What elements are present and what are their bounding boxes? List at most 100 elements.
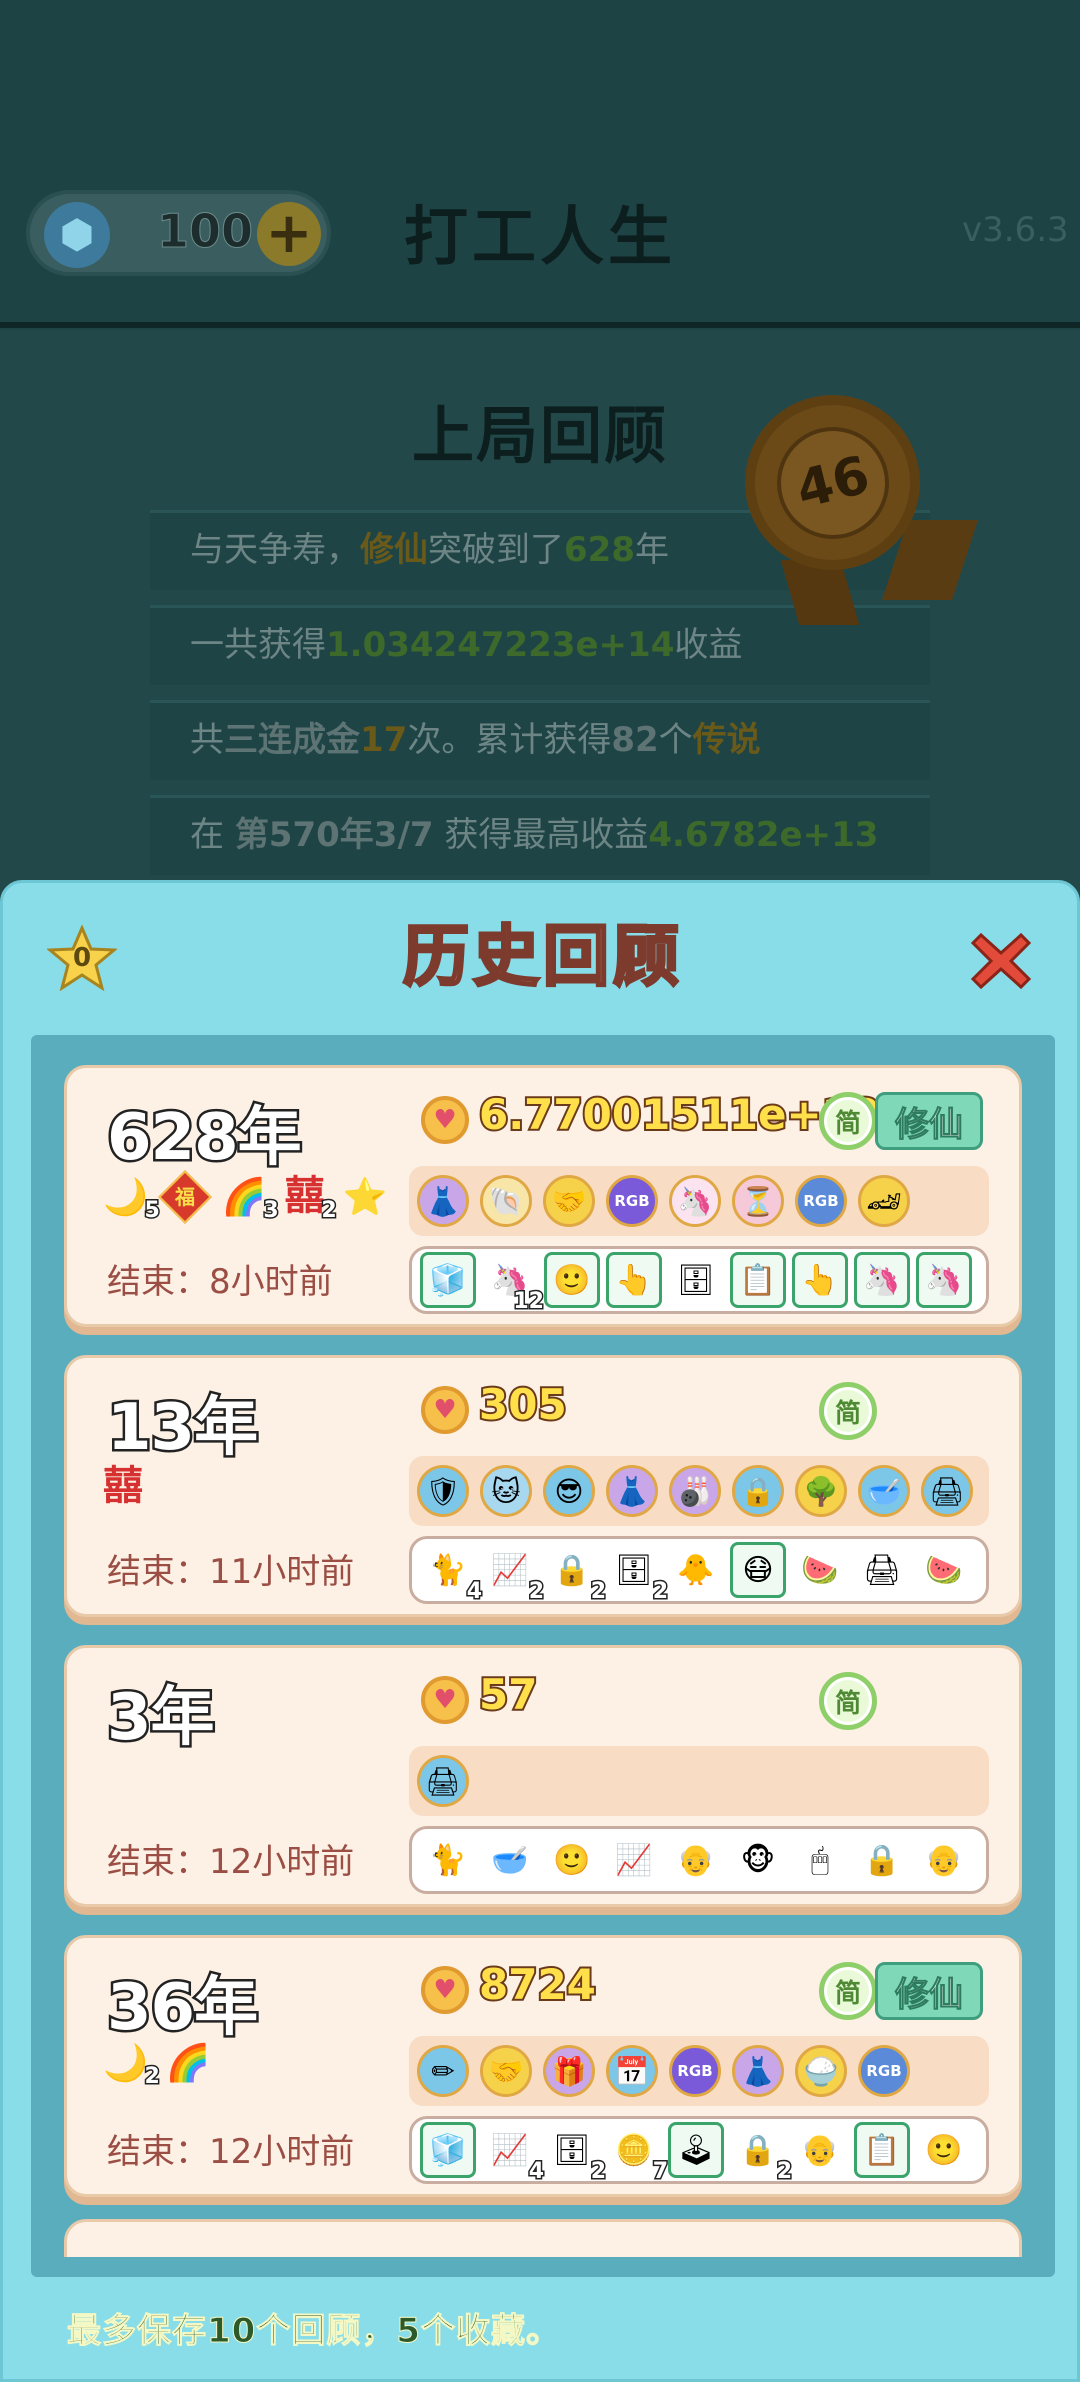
history-card[interactable]: 628年 🌙 5 福 🌈 3 囍 2 ⭐ 结束：8小时前 ♥ 6.77001511e+13 简修仙 👗 🐚 🤝… — [64, 1065, 1022, 1327]
handshake-icon[interactable]: 🤝 — [480, 2045, 532, 2097]
unicorn-icon[interactable]: 🦄 — [669, 1175, 721, 1227]
simple-view-button[interactable]: 简 — [819, 1962, 877, 2020]
rgb-icon[interactable]: RGB — [606, 1175, 658, 1227]
close-button[interactable] — [969, 929, 1033, 993]
item-glyph: 👆 — [801, 1262, 839, 1298]
item-glyph: 🌳 — [803, 1474, 839, 1508]
safe-icon[interactable]: 🔒 — [732, 1465, 784, 1517]
item-glyph: ⏳ — [740, 1184, 776, 1218]
calendar-icon[interactable]: 📅 — [606, 2045, 658, 2097]
fu-glyph: 福 — [174, 1185, 195, 1209]
fridge-icon[interactable]: 🧊 — [420, 1252, 476, 1308]
face-icon[interactable]: 🙂 — [916, 2122, 972, 2178]
favorites-star-button[interactable]: 0 — [46, 924, 118, 992]
pointer-icon[interactable]: 👆 — [792, 1252, 848, 1308]
ctrl-c-icon[interactable]: 📋 — [854, 2122, 910, 2178]
sunglasses-icon[interactable]: 😎 — [543, 1465, 595, 1517]
bowling-icon[interactable]: 🎳 — [669, 1465, 721, 1517]
mouse-icon[interactable]: 🖱 — [792, 1832, 848, 1888]
chart-icon[interactable]: 📈 4 — [482, 2122, 545, 2186]
face-icon[interactable]: 🙂 — [544, 1252, 600, 1308]
pencil-icon[interactable]: ✏ — [417, 2045, 469, 2097]
cat-icon[interactable]: 🐈 4 — [420, 1542, 483, 1606]
history-card[interactable]: 3年 结束：12小时前 ♥ 57 简 🖨 🐈 🥣 🙂 📈 👴 🐵 🖱 🔒 👴 — [64, 1645, 1022, 1907]
simple-view-button[interactable]: 简 — [819, 1672, 877, 1730]
item-count: 7 — [651, 2158, 669, 2186]
time-icon[interactable]: ⏳ — [732, 1175, 784, 1227]
ctrl-c-icon[interactable]: 📋 — [730, 1252, 786, 1308]
cat-icon[interactable]: 🐱 — [480, 1465, 532, 1517]
present-icon[interactable]: 🎁 — [543, 2045, 595, 2097]
rgb-icon[interactable]: RGB — [795, 1175, 847, 1227]
mask-face-icon[interactable]: 😷 — [730, 1542, 786, 1598]
end-time-value: 11小时前 — [209, 1552, 355, 1592]
item-glyph: 🥣 — [866, 1474, 902, 1508]
old-man-icon[interactable]: 👴 — [668, 1832, 724, 1888]
skirt-icon[interactable]: 👗 — [417, 1175, 469, 1227]
skirt-icon[interactable]: 👗 — [606, 1465, 658, 1517]
safe-icon[interactable]: 🔒 — [854, 1832, 910, 1888]
server-icon[interactable]: 🗄 — [668, 1252, 724, 1308]
review-text: 收益 — [674, 625, 743, 665]
item-glyph: 🦄 — [677, 1184, 713, 1218]
simple-view-button[interactable]: 简 — [819, 1382, 877, 1440]
history-card[interactable]: 13年囍结束：11小时前 ♥ 305 简 🛡 🐱 😎 👗 🎳 🔒 🌳 🥣 🖨 🐈 4 📈 2 🔒 2 🗄 2 🐥 😷 🍉 🖨 🍉 — [64, 1355, 1022, 1617]
arcade-icon[interactable]: 🕹 — [668, 2122, 724, 2178]
history-card[interactable]: 36年 🌙 2 🌈 结束：12小时前 ♥ 8724 简修仙 ✏ 🤝 🎁 📅 RGB 👗 🍚 RGB 🧊 📈 4 🗄 2 🪙… — [64, 1935, 1022, 2197]
item-glyph: 🗄 — [552, 2132, 592, 2168]
old-man-icon[interactable]: 👴 — [792, 2122, 848, 2178]
version-label: v3.6.3 — [962, 210, 1069, 250]
clock-shield-icon[interactable]: 🛡 — [417, 1465, 469, 1517]
last-game-title: 上局回顾 — [411, 399, 668, 472]
card-end-time: 结束：11小时前 — [107, 1544, 354, 1593]
old-man-icon[interactable]: 👴 — [916, 1832, 972, 1888]
printer-icon[interactable]: 🖨 — [921, 1465, 973, 1517]
pointer-icon[interactable]: 👆 — [606, 1252, 662, 1308]
item-glyph: 🖨 — [929, 1474, 965, 1508]
cat-icon[interactable]: 🐈 — [420, 1832, 476, 1888]
chart-icon[interactable]: 📈 — [606, 1832, 662, 1888]
review-text: 个 — [658, 720, 693, 760]
badge-count: 5 — [143, 1198, 161, 1223]
safe-icon[interactable]: 🔒 2 — [730, 2122, 793, 2186]
handshake-icon[interactable]: 🤝 — [543, 1175, 595, 1227]
shell-icon[interactable]: 🐚 — [480, 1175, 532, 1227]
tree-icon[interactable]: 🌳 — [795, 1465, 847, 1517]
unicorn-icon[interactable]: 🦄 — [854, 1252, 910, 1308]
item-glyph: 🐥 — [677, 1552, 715, 1588]
gem-count: 100 — [156, 204, 254, 259]
item-glyph: 👴 — [925, 1842, 963, 1878]
history-list[interactable]: 628年 🌙 5 福 🌈 3 囍 2 ⭐ 结束：8小时前 ♥ 6.77001511e+13 简修仙 👗 🐚 🤝… — [31, 1035, 1055, 2277]
top-bar: ⬢ 100 + 打工人生 v3.6.3 — [0, 0, 1080, 330]
car-icon[interactable]: 🏎 — [858, 1175, 910, 1227]
face-icon[interactable]: 🙂 — [544, 1832, 600, 1888]
server-icon[interactable]: 🗄 2 — [544, 2122, 608, 2186]
bowl-icon[interactable]: 🥣 — [858, 1465, 910, 1517]
rgb-icon[interactable]: RGB — [669, 2045, 721, 2097]
rgb-icon[interactable]: RGB — [858, 2045, 910, 2097]
printer-icon[interactable]: 🖨 — [417, 1755, 469, 1807]
unicorn-icon[interactable]: 🦄 — [916, 1252, 972, 1308]
simple-view-button[interactable]: 简 — [819, 1092, 877, 1150]
item-glyph: 📋 — [863, 2132, 901, 2168]
card-employee-row: 🧊 📈 4 🗄 2 🪙 7 🕹 🔒 2 👴 📋 🙂 — [409, 2116, 989, 2186]
item-glyph: 🕹 — [676, 2132, 716, 2168]
server-icon[interactable]: 🗄 2 — [606, 1542, 670, 1606]
monkey-icon[interactable]: 🐵 — [730, 1832, 786, 1888]
add-gems-button[interactable]: + — [257, 202, 321, 266]
bowl-icon[interactable]: 🥣 — [482, 1832, 538, 1888]
fridge-icon[interactable]: 🧊 — [420, 2122, 476, 2178]
watermelon-icon[interactable]: 🍉 — [792, 1542, 848, 1598]
skirt-icon[interactable]: 👗 — [732, 2045, 784, 2097]
item-glyph: RGB — [677, 2062, 713, 2080]
chick-icon[interactable]: 🐥 — [668, 1542, 724, 1598]
gold-bars-icon[interactable]: 🪙 7 — [606, 2122, 669, 2186]
printer-icon[interactable]: 🖨 — [854, 1542, 910, 1598]
item-glyph: 🤝 — [551, 1184, 587, 1218]
rice-cooker-icon[interactable]: 🍚 — [795, 2045, 847, 2097]
history-card[interactable] — [64, 2219, 1022, 2257]
chart-icon[interactable]: 📈 2 — [482, 1542, 545, 1606]
safe-icon[interactable]: 🔒 2 — [544, 1542, 607, 1606]
unicorn-icon[interactable]: 🦄 12 — [482, 1252, 545, 1316]
watermelon-icon[interactable]: 🍉 — [916, 1542, 972, 1598]
